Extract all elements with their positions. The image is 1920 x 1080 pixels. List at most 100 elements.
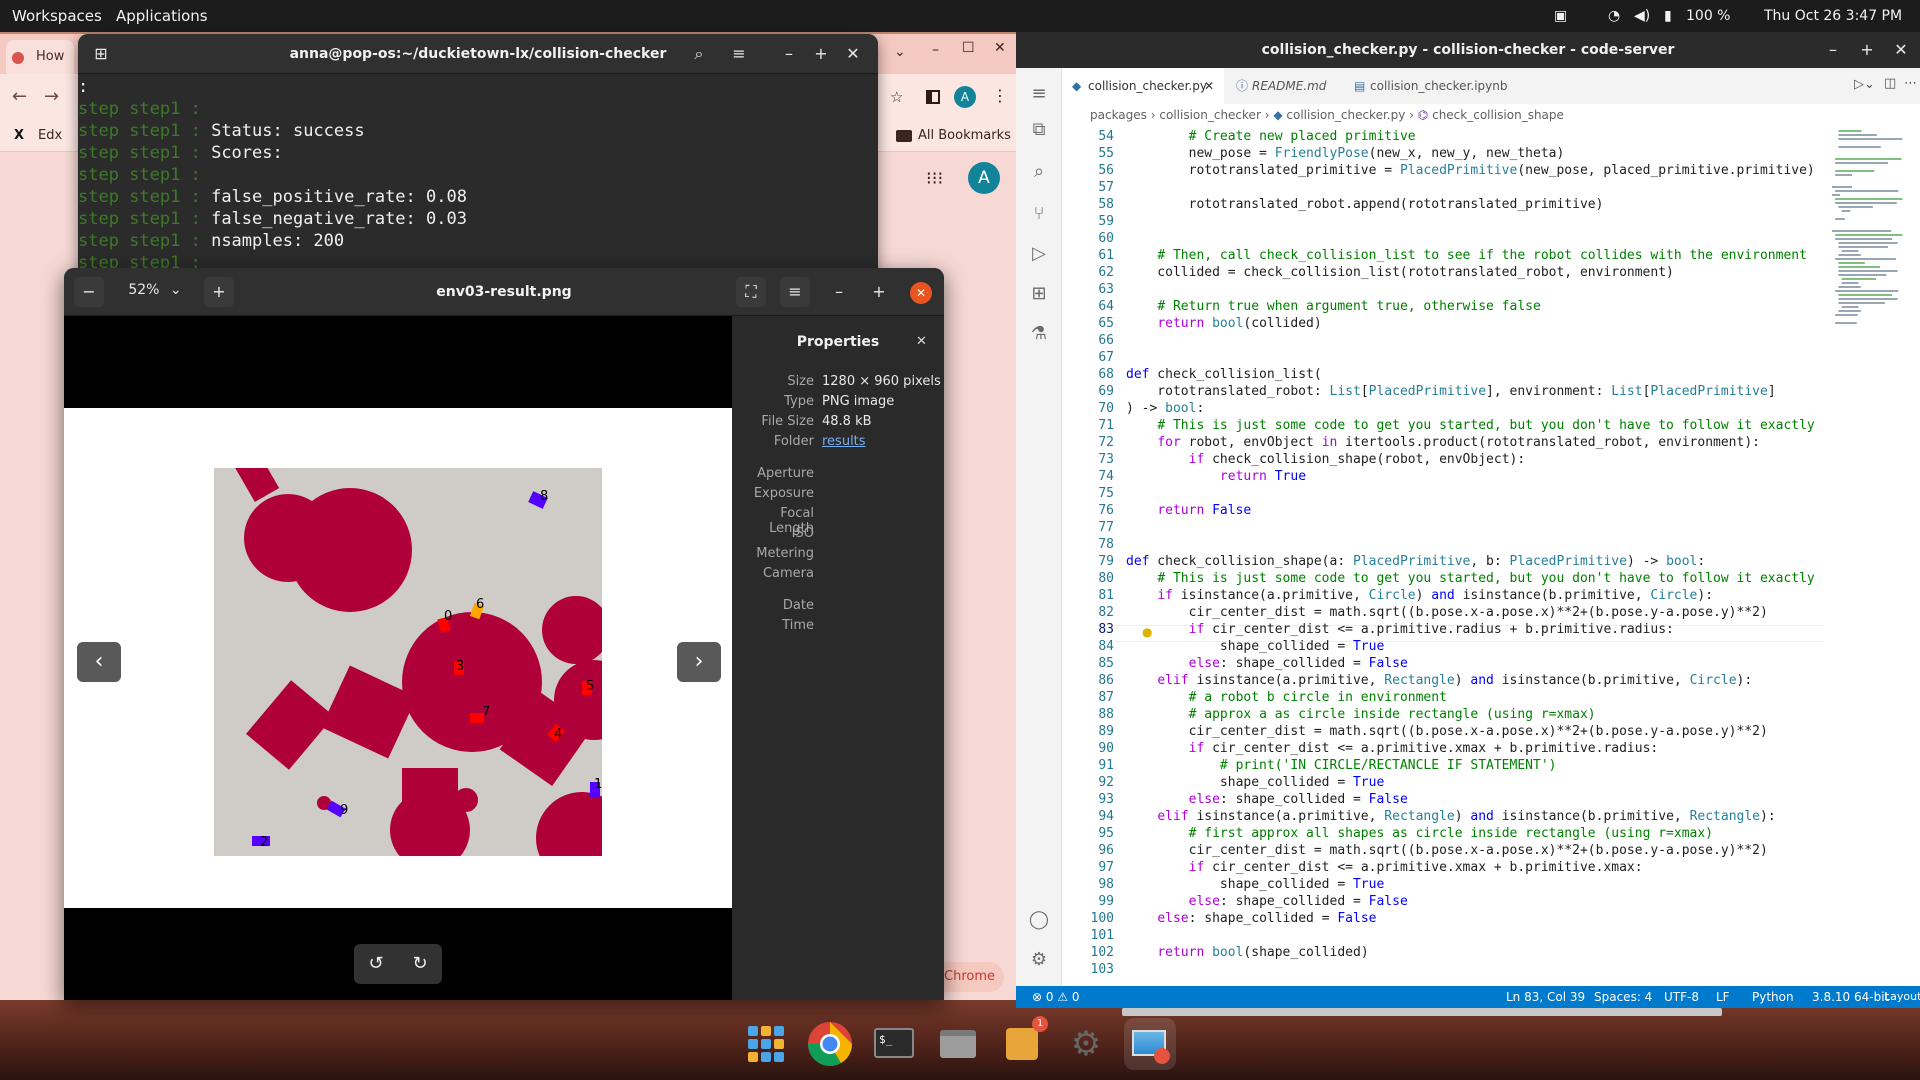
minimize-button[interactable]: – xyxy=(824,277,854,307)
tab-collision-checker-ipynb[interactable]: ▤ collision_checker.ipynb xyxy=(1344,68,1524,104)
previous-image-button[interactable]: ‹ xyxy=(77,642,121,682)
prop-folder-link[interactable]: results xyxy=(822,434,944,449)
keyboard-layout[interactable]: Layout: us xyxy=(1884,986,1920,1008)
end-of-line[interactable]: LF xyxy=(1716,986,1730,1008)
problems-indicator[interactable]: ⊗ 0 ⚠ 0 xyxy=(1032,986,1080,1008)
chrome-back-icon[interactable]: ← xyxy=(12,86,27,107)
maximize-button[interactable]: + xyxy=(864,277,894,307)
applications-button[interactable]: Applications xyxy=(116,0,208,32)
chrome-forward-icon[interactable]: → xyxy=(44,86,59,107)
search-icon[interactable]: ⌕ xyxy=(684,39,714,69)
robot-label: 6 xyxy=(476,597,484,612)
chrome-sidepanel-icon[interactable] xyxy=(926,90,940,104)
workspaces-button[interactable]: Workspaces xyxy=(12,0,102,32)
maximize-button[interactable]: + xyxy=(806,39,836,69)
chrome-minimize-button[interactable]: – xyxy=(932,42,939,58)
testing-icon[interactable]: ⚗ xyxy=(1027,322,1051,346)
breadcrumb-item[interactable]: collision_checker xyxy=(1159,108,1261,122)
battery-level[interactable]: 100 % xyxy=(1686,0,1730,32)
account-icon[interactable]: ◯ xyxy=(1027,908,1051,932)
code-server-window[interactable]: collision_checker.py - collision-checker… xyxy=(1016,32,1920,1016)
code-line: if cir_center_dist <= a.primitive.xmax +… xyxy=(1188,860,1643,875)
breadcrumb-item[interactable]: packages xyxy=(1090,108,1147,122)
wifi-icon[interactable]: ◔ xyxy=(1608,0,1620,32)
close-button[interactable]: ✕ xyxy=(910,282,932,304)
google-account-avatar[interactable]: A xyxy=(968,162,1000,194)
code-line: return False xyxy=(1157,503,1252,518)
image-viewer-window[interactable]: − 52% ⌄ + env03-result.png ⛶ ≡ – + ✕ 0 6… xyxy=(64,268,944,1000)
chrome-maximize-button[interactable]: ☐ xyxy=(962,40,975,56)
code-line: # approx a as circle inside rectangle (u… xyxy=(1188,707,1596,722)
split-editor-icon[interactable]: ◫ xyxy=(1884,76,1896,91)
minimap[interactable] xyxy=(1826,126,1920,1004)
explorer-icon[interactable]: ⧉ xyxy=(1027,118,1051,142)
volume-icon[interactable]: ◀) xyxy=(1634,0,1650,32)
fullscreen-icon[interactable]: ⛶ xyxy=(736,277,766,307)
chrome-star-icon[interactable]: ☆ xyxy=(890,88,908,106)
breadcrumb-item[interactable]: collision_checker.py xyxy=(1286,108,1405,122)
run-file-icon[interactable]: ▷⌄ xyxy=(1854,77,1875,92)
menu-icon[interactable]: ≡ xyxy=(1027,82,1051,106)
all-bookmarks-link[interactable]: All Bookmarks xyxy=(918,128,1011,143)
next-image-button[interactable]: › xyxy=(677,642,721,682)
source-control-icon[interactable]: ⑂ xyxy=(1027,202,1051,226)
clock[interactable]: Thu Oct 26 3:47 PM xyxy=(1764,0,1902,32)
robot-label: 4 xyxy=(554,727,562,742)
code-editor[interactable]: ● 54 55 56 57 58 59 60 61 62 63 64 65 66 67 68 69 70 71 72… xyxy=(1062,126,1920,1016)
robot-label: 7 xyxy=(482,705,490,720)
close-icon[interactable]: ✕ xyxy=(1204,68,1214,104)
image-viewer-icon[interactable] xyxy=(1124,1018,1176,1070)
close-icon[interactable]: ✕ xyxy=(916,334,927,349)
close-button[interactable]: ✕ xyxy=(1886,35,1916,65)
files-icon[interactable] xyxy=(932,1018,984,1070)
battery-icon[interactable]: ▮ xyxy=(1664,0,1672,32)
image-canvas[interactable]: 0 6 3 5 7 4 1 9 2 8 ‹ › ↺ ↻ xyxy=(64,316,732,1000)
rotate-right-button[interactable]: ↻ xyxy=(398,944,442,984)
notification-count: 1 xyxy=(1036,1018,1044,1029)
cursor-position[interactable]: Ln 83, Col 39 xyxy=(1506,986,1585,1008)
run-debug-icon[interactable]: ▷ xyxy=(1027,242,1051,266)
notification-badge: 1 xyxy=(1032,1016,1048,1032)
minimap-line xyxy=(1835,290,1899,292)
search-icon[interactable]: ⌕ xyxy=(1027,160,1051,184)
tab-collision-checker-py[interactable]: ◆ collision_checker.py ✕ xyxy=(1062,68,1224,104)
chrome-profile-avatar[interactable]: A xyxy=(954,86,976,108)
python-interpreter[interactable]: 3.8.10 64-bit xyxy=(1812,986,1889,1008)
minimize-button[interactable]: – xyxy=(1818,35,1848,65)
hamburger-menu-icon[interactable]: ≡ xyxy=(780,277,810,307)
indentation[interactable]: Spaces: 4 xyxy=(1594,986,1652,1008)
screen-share-icon[interactable]: ▣ xyxy=(1554,0,1567,32)
terminal-window[interactable]: ⊞ anna@pop-os:~/duckietown-lx/collision-… xyxy=(78,34,878,274)
chrome-icon[interactable] xyxy=(804,1018,856,1070)
terminal-line: step step1 : false_negative_rate: 0.03 xyxy=(78,208,878,230)
google-apps-icon[interactable]: ⁝⁝⁝ xyxy=(926,168,946,189)
extensions-icon[interactable]: ⊞ xyxy=(1027,282,1051,306)
settings-gear-icon[interactable]: ⚙ xyxy=(1027,948,1051,972)
terminal-icon[interactable]: $_ xyxy=(868,1018,920,1070)
hamburger-menu-icon[interactable]: ≡ xyxy=(724,39,754,69)
prop-time-label: Time xyxy=(782,618,814,633)
maximize-button[interactable]: + xyxy=(1852,35,1882,65)
close-button[interactable]: ✕ xyxy=(838,39,868,69)
rotate-left-button[interactable]: ↺ xyxy=(354,944,398,984)
chrome-close-button[interactable]: ✕ xyxy=(994,40,1006,56)
horizontal-scrollbar[interactable] xyxy=(1122,1008,1722,1016)
google-account-letter: A xyxy=(978,168,990,188)
viewer-title: env03-result.png xyxy=(436,284,572,300)
minimize-button[interactable]: – xyxy=(774,39,804,69)
language-mode[interactable]: Python xyxy=(1752,986,1794,1008)
pop-shop-icon[interactable]: 1 xyxy=(996,1016,1048,1070)
settings-icon[interactable]: ⚙ xyxy=(1060,1018,1112,1070)
app-grid-icon[interactable] xyxy=(740,1018,792,1070)
robot-label: 2 xyxy=(260,835,268,850)
chrome-menu-icon[interactable]: ⋮ xyxy=(992,86,1008,105)
tab-readme-md[interactable]: ⓘ README.md xyxy=(1226,68,1342,104)
more-actions-icon[interactable]: ⋯ xyxy=(1904,76,1917,91)
breadcrumb-item[interactable]: check_collision_shape xyxy=(1432,108,1564,122)
chrome-tab-search-chevron[interactable]: ⌄ xyxy=(894,44,906,60)
encoding[interactable]: UTF-8 xyxy=(1664,986,1699,1008)
minimap-line xyxy=(1838,310,1861,312)
bookmark-edx[interactable]: Edx xyxy=(38,128,62,143)
terminal-output[interactable]: : step step1 : step step1 : Status: succ… xyxy=(78,74,878,274)
tab-label: README.md xyxy=(1252,79,1327,93)
